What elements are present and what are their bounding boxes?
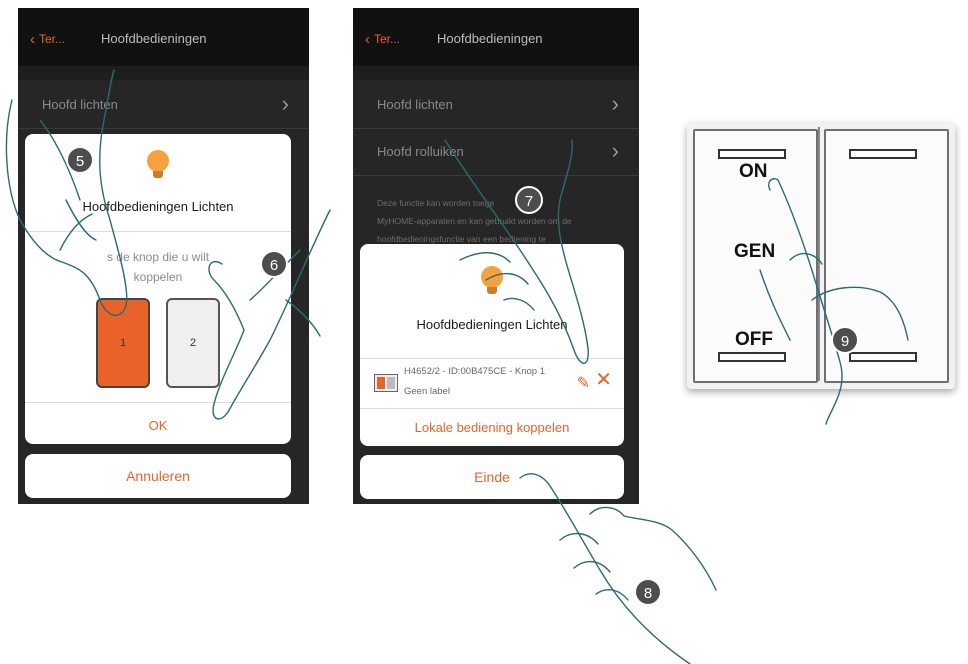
top-bar: ‹ Ter... Hoofdbedieningen <box>353 8 639 66</box>
menu-row-hoofd-rolluiken[interactable]: Hoofd rolluiken › <box>353 129 639 176</box>
wall-switch-device: ON GEN OFF <box>687 123 955 389</box>
chevron-left-icon: ‹ <box>30 31 35 48</box>
step-badge-6: 6 <box>260 250 288 278</box>
indicator-slot <box>849 149 917 159</box>
done-button[interactable]: Einde <box>360 455 624 499</box>
chevron-right-icon: › <box>281 91 289 116</box>
hand-finger-line <box>559 533 599 545</box>
device-dialog: Hoofdbedieningen Lichten H4652/2 - ID:00… <box>360 244 624 446</box>
off-label: OFF <box>735 329 773 350</box>
step-badge-8: 8 <box>634 578 662 606</box>
menu-row-hoofd-lichten[interactable]: Hoofd lichten › <box>353 82 639 129</box>
key-button-2[interactable]: 2 <box>166 298 220 388</box>
page-title: Hoofdbedieningen <box>101 31 207 46</box>
menu-row-label: Hoofd lichten <box>42 97 118 112</box>
light-bulb-icon <box>481 266 503 288</box>
divider <box>360 408 624 409</box>
device-switch-icon <box>374 374 398 392</box>
divider <box>25 402 291 403</box>
hand-finger-line <box>595 589 629 601</box>
chevron-left-icon: ‹ <box>365 31 370 48</box>
hand-finger-line <box>589 506 717 591</box>
on-label: ON <box>739 161 768 182</box>
dialog-title: Hoofdbedieningen Lichten <box>416 317 568 332</box>
spacer-band <box>18 66 309 80</box>
description-line: Deze functie kan worden toege <box>377 198 495 208</box>
back-button[interactable]: ‹ Ter... <box>365 31 400 48</box>
back-button[interactable]: ‹ Ter... <box>30 31 65 48</box>
gen-label: GEN <box>734 241 776 262</box>
light-bulb-base <box>153 171 163 178</box>
rocker-separator <box>818 127 820 381</box>
divider <box>360 358 624 359</box>
select-key-dialog: Hoofdbedieningen Lichten s de knop die u… <box>25 134 291 444</box>
indicator-slot <box>718 149 786 159</box>
divider <box>25 231 291 232</box>
dialog-title: Hoofdbedieningen Lichten <box>82 199 234 214</box>
light-bulb-icon <box>147 150 169 172</box>
chevron-right-icon: › <box>611 138 619 163</box>
dialog-instruction-line1: s de knop die u wilt <box>106 250 210 264</box>
dialog-instruction-line2: koppelen <box>133 270 183 284</box>
device-id-text: H4652/2 - ID:00B475CE - Knop 1 <box>404 366 546 377</box>
menu-row-label: Hoofd lichten <box>377 97 453 112</box>
step-badge-9: 9 <box>831 326 859 354</box>
pencil-icon[interactable]: ✎ <box>577 373 590 393</box>
indicator-slot <box>849 352 917 362</box>
chevron-right-icon: › <box>611 91 619 116</box>
hand-finger-line <box>573 561 611 573</box>
description-text: Deze functie kan worden toege MyHOME-app… <box>377 194 617 248</box>
device-label-text: Geen label <box>404 386 450 397</box>
light-bulb-base <box>487 287 497 294</box>
phone-screen-2: ‹ Ter... Hoofdbedieningen Hoofd lichten ›… <box>353 8 639 504</box>
key-button-1[interactable]: 1 <box>96 298 150 388</box>
link-local-control-button[interactable]: Lokale bediening koppelen <box>360 420 624 435</box>
page-title: Hoofdbedieningen <box>437 31 543 46</box>
device-row: H4652/2 - ID:00B475CE - Knop 1 Geen labe… <box>360 360 624 408</box>
menu-row-label: Hoofd rolluiken <box>377 144 464 159</box>
cancel-button[interactable]: Annuleren <box>25 454 291 498</box>
step-badge-7: 7 <box>515 186 543 214</box>
close-icon[interactable]: ✕ <box>595 370 612 390</box>
description-line: MyHOME-apparaten en kan gebruikt worden … <box>377 216 572 226</box>
step-badge-5: 5 <box>66 146 94 174</box>
spacer-band <box>353 66 639 80</box>
indicator-slot <box>718 352 786 362</box>
menu-row-hoofd-lichten[interactable]: Hoofd lichten › <box>18 82 309 129</box>
ok-button[interactable]: OK <box>25 418 291 433</box>
top-bar: ‹ Ter... Hoofdbedieningen <box>18 8 309 66</box>
